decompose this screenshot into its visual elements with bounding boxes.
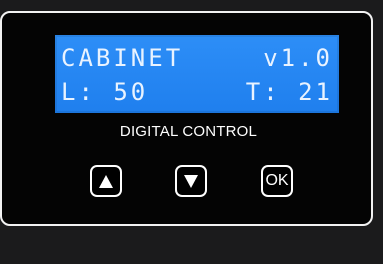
lcd-version: v1.0 bbox=[263, 44, 333, 72]
panel-label: DIGITAL CONTROL bbox=[119, 123, 258, 140]
lcd-title: CABINET bbox=[61, 44, 184, 72]
down-button[interactable] bbox=[175, 165, 207, 197]
down-arrow-icon bbox=[184, 174, 198, 188]
lcd-level-readout: L: 50 bbox=[61, 78, 149, 106]
up-button[interactable] bbox=[90, 165, 122, 197]
up-arrow-icon bbox=[99, 174, 113, 188]
lcd-temperature-readout: T: 21 bbox=[245, 78, 333, 106]
ok-button[interactable]: OK bbox=[261, 165, 293, 197]
lcd-display: CABINET v1.0 L: 50 T: 21 bbox=[55, 35, 339, 113]
control-panel: CABINET v1.0 L: 50 T: 21 DIGITAL CONTROL… bbox=[0, 11, 373, 226]
